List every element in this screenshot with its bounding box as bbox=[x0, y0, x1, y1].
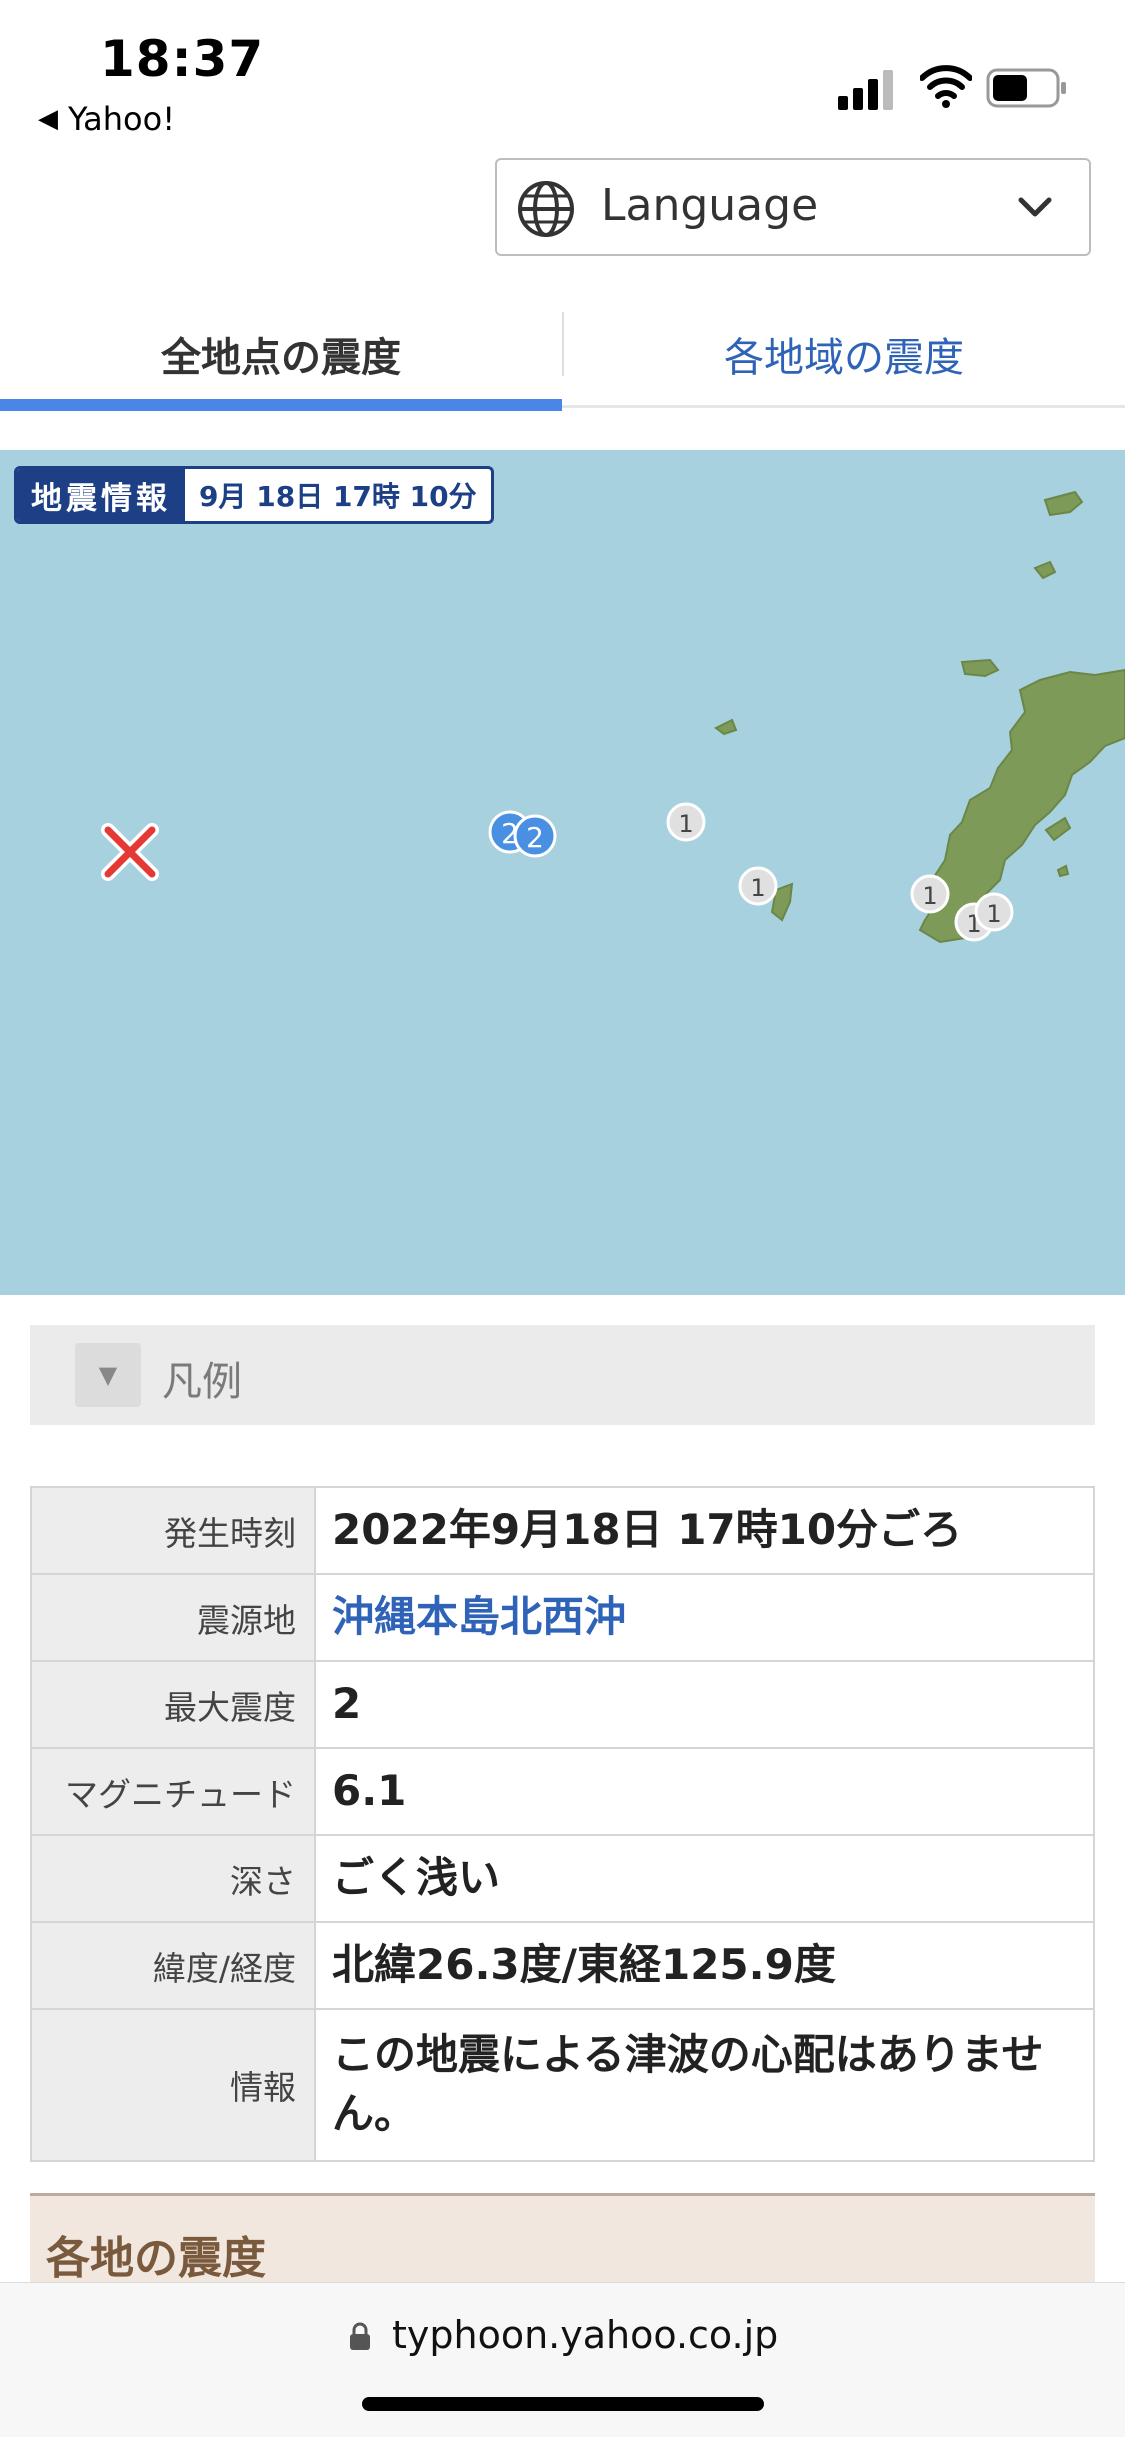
section-title: 各地の震度 bbox=[46, 2233, 266, 2284]
row-value: 6.1 bbox=[314, 1747, 1095, 1836]
table-row: 発生時刻 2022年9月18日 17時10分ごろ bbox=[30, 1486, 1095, 1575]
lock-icon bbox=[350, 2322, 370, 2350]
status-time: 18:37 bbox=[100, 30, 265, 88]
epicenter-link[interactable]: 沖縄本島北西沖 bbox=[314, 1573, 1095, 1662]
row-value: ごく浅い bbox=[314, 1834, 1095, 1923]
legend-toggle[interactable]: ▼ 凡例 bbox=[30, 1325, 1095, 1425]
quake-info-tag: 地震情報 9月 18日 17時 10分 bbox=[14, 466, 494, 524]
section-header: 各地の震度 bbox=[30, 2193, 1095, 2284]
small-island-north bbox=[1033, 560, 1057, 580]
row-label: 緯度/経度 bbox=[30, 1921, 316, 2010]
tab-all-points-intensity[interactable]: 全地点の震度 bbox=[0, 300, 562, 411]
epicenter-x-icon bbox=[101, 823, 159, 881]
island-east bbox=[1044, 816, 1072, 842]
intensity-marker[interactable]: 1 bbox=[974, 892, 1014, 932]
triangle-down-icon: ▼ bbox=[75, 1343, 141, 1407]
intensity-marker-value: 1 bbox=[678, 810, 693, 838]
izena-island bbox=[960, 658, 1000, 678]
intensity-tabs: 全地点の震度 各地域の震度 bbox=[0, 300, 1125, 411]
island-east-2 bbox=[1056, 864, 1070, 878]
intensity-marker[interactable]: 2 bbox=[513, 814, 557, 858]
row-label: マグニチュード bbox=[30, 1747, 316, 1836]
intensity-marker-value: 2 bbox=[526, 821, 544, 854]
back-app-label: Yahoo! bbox=[68, 100, 176, 138]
tonaki-island bbox=[714, 718, 738, 736]
language-select[interactable]: Language bbox=[495, 158, 1091, 256]
iheya-island bbox=[1043, 490, 1084, 517]
intensity-marker[interactable]: 1 bbox=[738, 866, 778, 906]
table-row: 情報 この地震による津波の心配はありません。 bbox=[30, 2008, 1095, 2162]
row-value: 2 bbox=[314, 1660, 1095, 1749]
globe-icon bbox=[518, 181, 574, 237]
earthquake-map[interactable]: 2 2 1 1 1 1 1 地震情報 9月 18日 17時 10分 bbox=[0, 450, 1125, 1295]
legend-label: 凡例 bbox=[162, 1359, 242, 1405]
row-label: 発生時刻 bbox=[30, 1486, 316, 1575]
home-indicator[interactable] bbox=[362, 2397, 764, 2411]
battery-icon bbox=[986, 68, 1066, 108]
language-label: Language bbox=[601, 180, 819, 231]
row-label: 震源地 bbox=[30, 1573, 316, 1662]
table-row: 緯度/経度 北緯26.3度/東経125.9度 bbox=[30, 1921, 1095, 2010]
row-value: 北緯26.3度/東経125.9度 bbox=[314, 1921, 1095, 2010]
wifi-icon bbox=[920, 65, 972, 108]
table-row: 深さ ごく浅い bbox=[30, 1834, 1095, 1923]
tab-region-intensity[interactable]: 各地域の震度 bbox=[563, 300, 1125, 408]
map-canvas: 2 2 1 1 1 1 1 bbox=[101, 490, 1125, 944]
browser-address-bar[interactable]: typhoon.yahoo.co.jp bbox=[0, 2282, 1125, 2437]
row-label: 深さ bbox=[30, 1834, 316, 1923]
table-row: 震源地 沖縄本島北西沖 bbox=[30, 1573, 1095, 1662]
earthquake-info-table: 発生時刻 2022年9月18日 17時10分ごろ 震源地 沖縄本島北西沖 最大震… bbox=[30, 1486, 1095, 2162]
intensity-marker[interactable]: 1 bbox=[910, 874, 950, 914]
quake-info-label: 地震情報 bbox=[17, 469, 185, 521]
row-value: この地震による津波の心配はありません。 bbox=[314, 2008, 1095, 2162]
back-to-app-link[interactable]: ◀ Yahoo! bbox=[38, 100, 175, 138]
back-arrow-icon: ◀ bbox=[38, 104, 58, 134]
okinawa-island bbox=[918, 668, 1125, 944]
table-row: 最大震度 2 bbox=[30, 1660, 1095, 1749]
row-label: 最大震度 bbox=[30, 1660, 316, 1749]
row-value: 2022年9月18日 17時10分ごろ bbox=[314, 1486, 1095, 1575]
url-text: typhoon.yahoo.co.jp bbox=[392, 2313, 779, 2357]
row-label: 情報 bbox=[30, 2008, 316, 2162]
intensity-marker-value: 1 bbox=[922, 882, 937, 910]
intensity-marker-value: 1 bbox=[986, 900, 1001, 928]
intensity-marker-value: 1 bbox=[750, 874, 765, 902]
chevron-down-icon bbox=[1018, 197, 1052, 217]
signal-icon bbox=[838, 70, 893, 110]
table-row: マグニチュード 6.1 bbox=[30, 1747, 1095, 1836]
intensity-marker[interactable]: 1 bbox=[666, 802, 706, 842]
quake-info-time: 9月 18日 17時 10分 bbox=[199, 480, 477, 513]
